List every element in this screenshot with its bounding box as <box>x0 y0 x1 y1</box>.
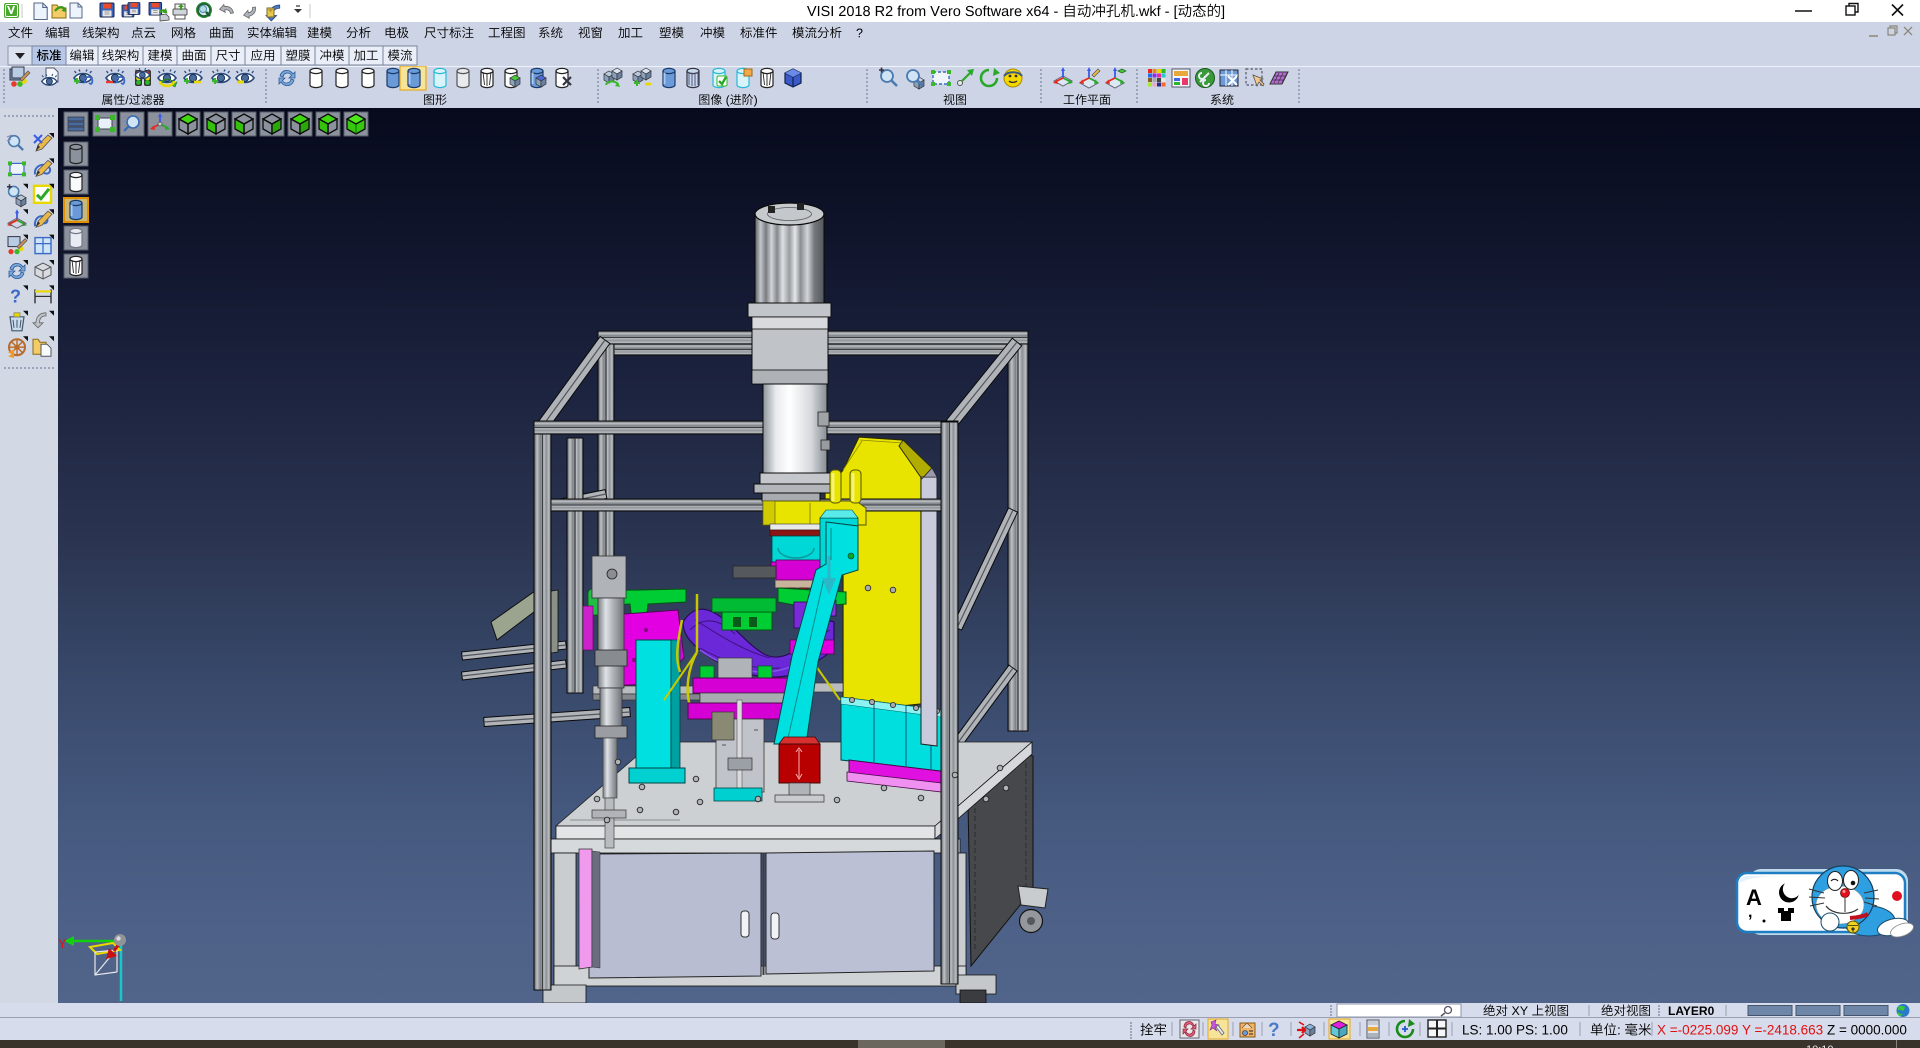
svg-text:?: ? <box>1268 1020 1280 1040</box>
svg-text:LS: 1.00 PS: 1.00: LS: 1.00 PS: 1.00 <box>1462 1023 1568 1038</box>
svg-text:?: ? <box>10 286 21 306</box>
svg-text:X =-0225.099 Y =-2418.663: X =-0225.099 Y =-2418.663 <box>1657 1023 1823 1038</box>
svg-text:Z = 0000.000: Z = 0000.000 <box>1827 1023 1907 1038</box>
svg-text:LAYER0: LAYER0 <box>1668 1004 1715 1018</box>
